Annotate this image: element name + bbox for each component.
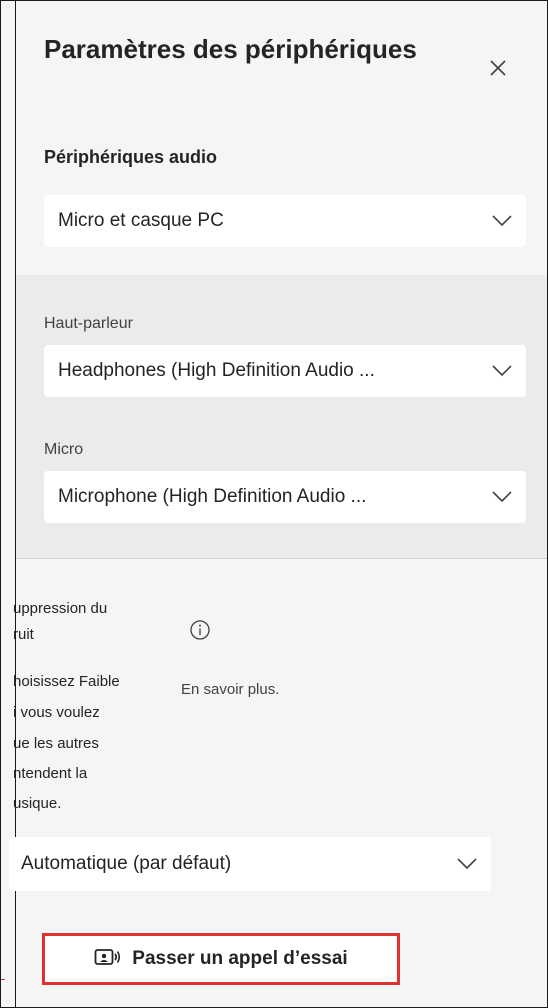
info-icon[interactable]: [189, 619, 211, 641]
noise-suppression-label-line2: ruit: [13, 626, 34, 643]
learn-more-link[interactable]: En savoir plus.: [181, 681, 279, 698]
micro-select[interactable]: Microphone (High Definition Audio ...: [44, 471, 526, 523]
test-call-icon: [94, 949, 121, 965]
noise-suppression-value: Automatique (par défaut): [21, 853, 232, 874]
chevron-down-icon: [492, 365, 512, 377]
highlight-marker: [1, 979, 5, 980]
chevron-down-icon: [457, 858, 477, 870]
noise-description-line: ntendent la: [13, 765, 88, 782]
noise-description-line: usique.: [13, 795, 62, 812]
chevron-down-icon: [492, 491, 512, 503]
device-settings-panel: Paramètres des périphériques Périphériqu…: [0, 0, 548, 1008]
chevron-down-icon: [492, 215, 512, 227]
noise-description-line: hoisissez Faible: [13, 673, 120, 690]
noise-suppression-label-line1: uppression du: [13, 600, 108, 617]
speaker-value: Headphones (High Definition Audio ...: [58, 360, 375, 381]
noise-description-line: ue les autres: [13, 735, 99, 752]
noise-suppression-select[interactable]: Automatique (par défaut): [9, 837, 491, 891]
audio-device-select[interactable]: Micro et casque PC: [44, 195, 526, 247]
audio-device-value: Micro et casque PC: [58, 210, 224, 231]
speaker-label: Haut-parleur: [44, 315, 133, 332]
speaker-select[interactable]: Headphones (High Definition Audio ...: [44, 345, 526, 397]
noise-description-line: i vous voulez: [13, 704, 100, 721]
audio-devices-heading: Périphériques audio: [44, 147, 218, 167]
close-icon[interactable]: [485, 55, 511, 81]
test-call-button[interactable]: Passer un appel d’essai: [42, 933, 400, 985]
panel-title: Paramètres des périphériques: [44, 34, 417, 64]
test-call-label: Passer un appel d’essai: [132, 948, 348, 969]
micro-value: Microphone (High Definition Audio ...: [58, 486, 367, 507]
micro-label: Micro: [44, 441, 84, 458]
